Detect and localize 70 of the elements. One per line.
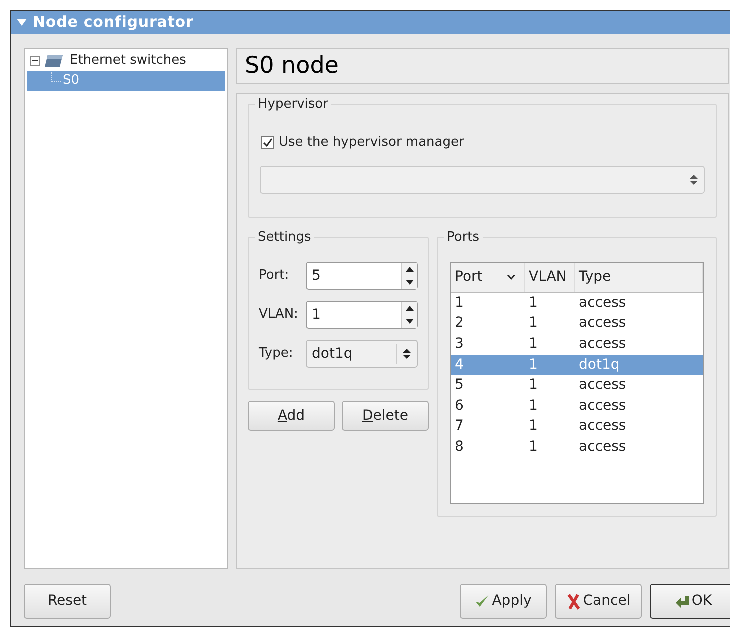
table-cell-text: 1 bbox=[528, 376, 539, 396]
table-cell-text: access bbox=[578, 334, 628, 354]
table-cell-text: access bbox=[578, 417, 628, 436]
collapse-toggle-icon[interactable] bbox=[30, 56, 40, 66]
decrement-icon[interactable] bbox=[406, 319, 414, 324]
table-cell-text: 1 bbox=[528, 294, 539, 313]
table-cell-text: 8 bbox=[454, 438, 465, 457]
check-icon bbox=[475, 594, 490, 610]
dropdown-value: dot1q bbox=[312, 344, 353, 364]
table-cell-text: access bbox=[578, 438, 628, 457]
table-cell-text: 2 bbox=[454, 314, 465, 334]
header-label: Type bbox=[579, 268, 612, 287]
sort-chevron-icon bbox=[507, 274, 516, 280]
table-cell-text: 6 bbox=[454, 396, 465, 416]
apply-button[interactable]: Apply bbox=[460, 584, 547, 619]
switch-icon bbox=[44, 53, 64, 69]
spin-arrows-icon bbox=[690, 174, 698, 186]
ok-button[interactable]: OK bbox=[650, 584, 730, 619]
menu-caret-icon[interactable] bbox=[17, 18, 27, 26]
table-row[interactable]: 3 1 access bbox=[451, 334, 703, 355]
spinbox-value: 1 bbox=[311, 306, 322, 324]
action-button[interactable]: Add bbox=[248, 401, 335, 431]
table-cell-text: 1 bbox=[528, 314, 539, 334]
table-cell-text: 7 bbox=[454, 417, 465, 436]
tree-item[interactable]: Ethernet switches bbox=[68, 51, 188, 71]
spinbox[interactable]: 1 bbox=[306, 301, 418, 329]
table-cell-text: 1 bbox=[528, 356, 539, 375]
column-header[interactable]: Port bbox=[451, 263, 525, 292]
table-row[interactable]: 7 1 access bbox=[451, 416, 703, 438]
column-header[interactable]: VLAN bbox=[525, 263, 575, 292]
column-header[interactable]: Type bbox=[575, 263, 703, 292]
spinbox[interactable]: 5 bbox=[306, 262, 418, 290]
header-label: VLAN bbox=[529, 268, 567, 287]
table-row[interactable]: 2 1 access bbox=[451, 314, 703, 334]
window-title: Node configurator bbox=[33, 12, 194, 34]
table-cell-text: 4 bbox=[454, 356, 465, 375]
table-cell-text: 1 bbox=[528, 396, 539, 416]
header-label: Port bbox=[455, 268, 483, 287]
node-title: S0 node bbox=[236, 48, 729, 84]
arrow-icon bbox=[674, 594, 690, 610]
increment-icon[interactable] bbox=[406, 306, 414, 311]
table-cell-text: access bbox=[578, 376, 628, 396]
cross-icon bbox=[566, 594, 582, 610]
table-cell-text: access bbox=[578, 396, 628, 416]
action-button[interactable]: Delete bbox=[342, 401, 429, 431]
table-cell-text: 1 bbox=[454, 294, 465, 313]
decrement-icon[interactable] bbox=[406, 280, 414, 285]
port-label: Port: bbox=[259, 267, 290, 286]
table-row[interactable]: 8 1 access bbox=[451, 437, 703, 458]
checkbox[interactable] bbox=[261, 136, 274, 150]
spinbox-value: 5 bbox=[311, 266, 322, 286]
table-cell-text: access bbox=[578, 314, 628, 334]
table-row[interactable]: 1 1 access bbox=[451, 293, 703, 314]
table-cell-text: 1 bbox=[528, 417, 539, 436]
cancel-button[interactable]: Cancel bbox=[555, 584, 642, 619]
table-cell-text: 5 bbox=[454, 376, 465, 396]
vlan-label: VLAN: bbox=[259, 306, 298, 324]
spin-arrows-icon bbox=[403, 348, 411, 360]
increment-icon[interactable] bbox=[406, 267, 414, 272]
checkbox-label: Use the hypervisor manager bbox=[279, 134, 464, 152]
table-cell-text: dot1q bbox=[578, 356, 621, 375]
reset-button[interactable]: Reset bbox=[24, 584, 111, 619]
type-dropdown[interactable]: dot1q bbox=[306, 340, 418, 368]
table-cell-text: access bbox=[578, 294, 628, 313]
table-row[interactable]: 6 1 access bbox=[451, 396, 703, 417]
type-label: Type: bbox=[259, 345, 294, 364]
table-cell-text: 1 bbox=[528, 334, 539, 354]
table-row[interactable]: 5 1 access bbox=[451, 375, 703, 396]
table-cell-text: 3 bbox=[454, 334, 465, 354]
table-cell-text: 1 bbox=[528, 438, 539, 457]
